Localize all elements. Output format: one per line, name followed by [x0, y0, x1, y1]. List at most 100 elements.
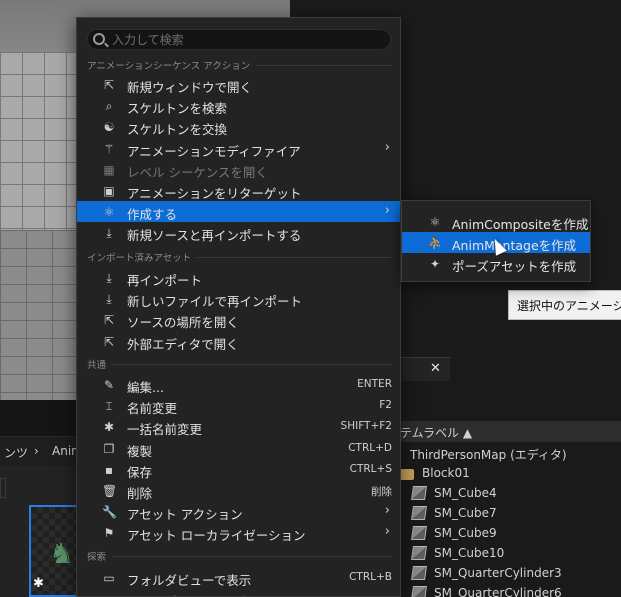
- menu-item-external-editor[interactable]: ⇱ 外部エディタで開く: [77, 331, 400, 352]
- menu-item-folder-view[interactable]: ▭ フォルダビューで表示 CTRL+B: [77, 567, 400, 588]
- menu-item-label: 新しいファイルで再インポート: [127, 294, 303, 310]
- menu-item-create[interactable]: ⚛ 作成する ›: [77, 201, 400, 223]
- outliner-row[interactable]: SM_QuarterCylinder6: [400, 584, 621, 597]
- chevron-right-icon: ›: [384, 203, 390, 219]
- menu-search-box[interactable]: [87, 29, 391, 50]
- menu-item-retarget[interactable]: ▣ アニメーションをリターゲット: [77, 180, 400, 201]
- menu-item-bulk-rename[interactable]: ✱ 一括名前変更 SHIFT+F2: [77, 416, 400, 437]
- localization-icon: ⚑: [103, 526, 115, 541]
- anim-composite-icon: ⚛: [429, 215, 441, 229]
- menu-item-label: アニメーションモディファイア: [127, 143, 301, 159]
- delete-icon: 🗑: [102, 484, 118, 498]
- content-browser-path: ンツ › Anim: [0, 436, 83, 466]
- outliner-row[interactable]: ThirdPersonMap (エディタ): [400, 444, 621, 464]
- menu-item-save[interactable]: ▪ 保存 CTRL+S: [77, 459, 400, 480]
- section-divider: [112, 555, 392, 557]
- modified-star-icon: ✱: [33, 576, 44, 591]
- menu-search-input[interactable]: [112, 30, 382, 49]
- menu-item-open-source-location[interactable]: ⇱ ソースの場所を開く: [77, 309, 400, 330]
- outliner-row-label: SM_Cube10: [434, 546, 505, 560]
- menu-item-label: アニメーションをリターゲット: [127, 186, 302, 201]
- shortcut-label: 削除: [371, 486, 392, 498]
- menu-item-label: アセット ローカライゼーション: [127, 528, 306, 544]
- outliner-row[interactable]: Block01: [400, 464, 621, 484]
- reimport-icon: ⤓: [106, 271, 112, 285]
- path-segment-content[interactable]: ンツ: [4, 444, 28, 461]
- menu-item-pose-asset[interactable]: ✦ ポーズアセットを作成: [402, 253, 590, 274]
- section-label: アニメーションシーケンス アクション: [87, 61, 251, 72]
- outliner-row[interactable]: SM_Cube7: [400, 504, 621, 524]
- item-label-column[interactable]: テムラベル ▲: [400, 424, 472, 441]
- menu-item-reimport[interactable]: ⤓ 再インポート: [77, 267, 400, 288]
- static-mesh-icon: [411, 586, 427, 597]
- content-browser-search-edge[interactable]: [0, 478, 6, 498]
- menu-item-reimport-file[interactable]: ⤓ 新しいファイルで再インポート: [77, 288, 400, 309]
- static-mesh-icon: [411, 486, 427, 500]
- menu-item-label: エクスプローラーで表示する: [127, 591, 288, 596]
- menu-item-delete[interactable]: 🗑 削除 削除: [77, 480, 400, 501]
- outliner-row[interactable]: SM_Cube9: [400, 524, 621, 544]
- menu-item-label: 削除: [127, 486, 153, 501]
- menu-item-label: 一括名前変更: [127, 422, 203, 438]
- section-divider: [256, 64, 392, 66]
- menu-item-search-skeleton[interactable]: ⌕ スケルトンを検索: [77, 95, 400, 116]
- static-mesh-icon: [411, 526, 427, 540]
- menu-item-modifier[interactable]: ⚚ アニメーションモディファイア ›: [77, 138, 400, 159]
- shortcut-label: CTRL+B: [349, 571, 392, 583]
- menu-item-open-window[interactable]: ⇱ 新規ウィンドウで開く: [77, 74, 400, 95]
- tab-close-icon[interactable]: ✕: [430, 361, 441, 376]
- shortcut-label: F2: [379, 399, 392, 412]
- rename-icon: ⌶: [105, 399, 113, 414]
- replace-skeleton-icon: ☯: [103, 120, 115, 135]
- menu-item-label: 作成する: [127, 207, 178, 223]
- modifier-icon: ⚚: [103, 141, 115, 156]
- shortcut-label: SHIFT+F2: [340, 420, 392, 433]
- menu-item-replace-skeleton[interactable]: ☯ スケルトンを交換: [77, 116, 400, 137]
- outliner-row-label: SM_Cube9: [434, 526, 497, 540]
- menu-item-label: 新規ソースと再インポートする: [127, 228, 302, 244]
- menu-item-reimport-new-source[interactable]: ⤓ 新規ソースと再インポートする: [77, 222, 400, 243]
- explorer-icon: ▭: [102, 592, 116, 596]
- static-mesh-icon: [411, 506, 427, 520]
- section-divider: [112, 363, 392, 365]
- menu-item-label: ソースの場所を開く: [127, 315, 239, 331]
- menu-item-anim-composite[interactable]: ⚛ AnimCompositeを作成: [402, 211, 590, 232]
- menu-item-asset-actions[interactable]: 🔧 アセット アクション ›: [77, 501, 400, 522]
- section-label: 共通: [87, 360, 107, 371]
- external-editor-icon: ⇱: [103, 334, 115, 349]
- asset-actions-icon: 🔧: [102, 505, 117, 520]
- menu-item-rename[interactable]: ⌶ 名前変更 F2: [77, 395, 400, 416]
- outliner-row[interactable]: SM_QuarterCylinder3: [400, 564, 621, 584]
- menu-item-explorer: ▭ エクスプローラーで表示する: [77, 588, 400, 596]
- search-icon: [93, 33, 105, 45]
- outliner-tab[interactable]: ✕: [400, 357, 450, 381]
- outliner-row[interactable]: SM_Cube10: [400, 544, 621, 564]
- duplicate-icon: ❐: [103, 441, 115, 456]
- static-mesh-icon: [411, 566, 427, 580]
- search-skeleton-icon: ⌕: [105, 99, 113, 114]
- menu-item-label: フォルダビューで表示: [127, 573, 252, 588]
- reimport-file-icon: ⤓: [106, 292, 112, 307]
- menu-item-label: 再インポート: [127, 273, 203, 288]
- anim-montage-icon: ⛹: [428, 236, 443, 250]
- menu-item-localization[interactable]: ⚑ アセット ローカライゼーション ›: [77, 522, 400, 543]
- outliner-column-header[interactable]: テムラベル ▲: [400, 421, 621, 443]
- create-icon: ⚛: [103, 205, 115, 220]
- menu-item-label: 保存: [127, 464, 153, 480]
- menu-item-edit[interactable]: ✎ 編集... ENTER: [77, 374, 400, 395]
- menu-item-label: ポーズアセットを作成: [452, 259, 577, 274]
- shortcut-label: CTRL+D: [348, 441, 392, 454]
- menu-item-label: AnimCompositeを作成: [452, 217, 589, 232]
- outliner-row-label: SM_QuarterCylinder3: [434, 566, 562, 580]
- menu-item-label: AnimMontageを作成: [452, 238, 577, 253]
- asset-context-menu: アニメーションシーケンス アクション ⇱ 新規ウィンドウで開く ⌕ スケルトンを検索 ☯ ス…: [76, 17, 401, 597]
- level-sequence-icon: ▦: [103, 162, 115, 177]
- menu-item-duplicate[interactable]: ❐ 複製 CTRL+D: [77, 438, 400, 459]
- section-label: インポート済みアセット: [87, 253, 192, 264]
- outliner-row-label: SM_QuarterCylinder6: [434, 586, 562, 597]
- outliner-row[interactable]: SM_Cube4: [400, 484, 621, 504]
- outliner-row-label: SM_Cube7: [434, 506, 497, 520]
- asset-thumbnail-selected[interactable]: ♞ ✱: [29, 505, 79, 597]
- section-header-anim-sequence: アニメーションシーケンス アクション: [87, 58, 392, 72]
- outliner-row-label: SM_Cube4: [434, 486, 497, 500]
